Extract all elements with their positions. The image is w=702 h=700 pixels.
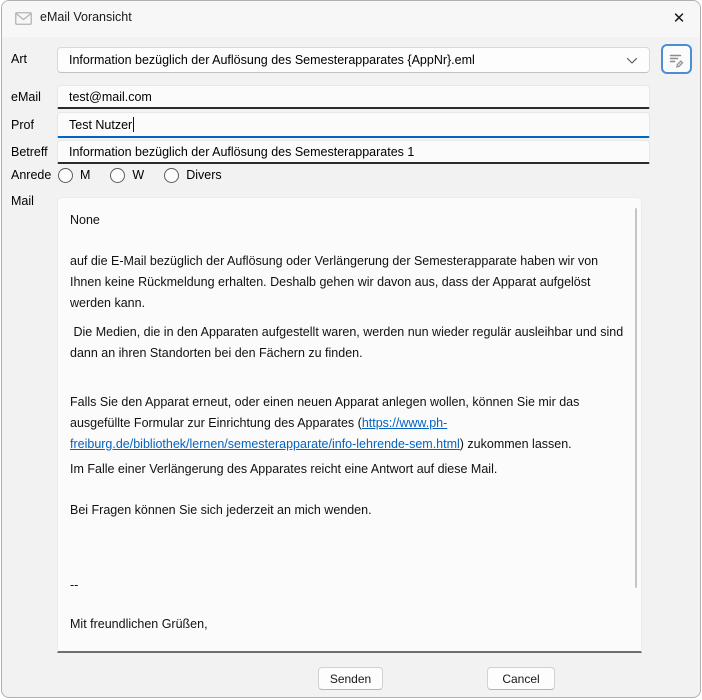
text-caret <box>133 117 134 132</box>
close-icon[interactable]: ✕ <box>662 3 696 33</box>
mail-paragraph: Die Medien, die in den Apparaten aufgest… <box>70 322 625 364</box>
chevron-down-icon <box>626 57 638 65</box>
anrede-radio-label: Divers <box>186 168 221 182</box>
mail-paragraph: Bei Fragen können Sie sich jederzeit an … <box>70 500 625 521</box>
email-input[interactable]: test@mail.com <box>57 85 650 109</box>
prof-label: Prof <box>11 118 34 132</box>
mail-body-link[interactable]: https://www.ph-freiburg.de/bibliothek/le… <box>70 416 460 451</box>
anrede-radio-label: M <box>80 168 90 182</box>
mail-scrollbar[interactable] <box>635 208 637 588</box>
anrede-radio-label: W <box>132 168 144 182</box>
mail-label: Mail <box>11 194 34 208</box>
mail-paragraph: None <box>70 210 625 231</box>
titlebar: eMail Voransicht ✕ <box>2 1 700 37</box>
prof-input-value: Test Nutzer <box>69 118 132 132</box>
mail-paragraph: -- <box>70 575 625 596</box>
mail-paragraph: auf die E-Mail bezüglich der Auflösung o… <box>70 251 625 314</box>
anrede-radio-divers[interactable] <box>164 168 179 183</box>
mail-paragraph: Im Falle einer Verlängerung des Apparate… <box>70 459 625 480</box>
betreff-label: Betreff <box>11 145 48 159</box>
mail-body[interactable]: None auf die E-Mail bezüglich der Auflösu… <box>57 197 642 653</box>
email-preview-dialog: eMail Voransicht ✕ Art Information bezüg… <box>1 0 701 698</box>
mail-paragraph: Falls Sie den Apparat erneut, oder einen… <box>70 392 625 455</box>
art-dropdown-value: Information bezüglich der Auflösung des … <box>69 53 475 67</box>
anrede-label: Anrede <box>11 168 51 182</box>
envelope-icon <box>15 12 32 25</box>
anrede-radio-m[interactable] <box>58 168 73 183</box>
mail-paragraph: Alexander Kirchner <box>70 649 625 653</box>
art-label: Art <box>11 52 27 66</box>
prof-input[interactable]: Test Nutzer <box>57 112 650 138</box>
edit-template-button[interactable] <box>661 44 692 74</box>
send-button[interactable]: Senden <box>318 667 383 690</box>
mail-paragraph: Mit freundlichen Grüßen, <box>70 614 625 635</box>
edit-list-icon <box>668 51 685 68</box>
cancel-button[interactable]: Cancel <box>487 667 555 690</box>
window-title: eMail Voransicht <box>40 10 132 24</box>
anrede-options: M W Divers <box>58 164 242 186</box>
betreff-input[interactable]: Information bezüglich der Auflösung des … <box>57 140 650 164</box>
anrede-radio-w[interactable] <box>110 168 125 183</box>
email-input-value: test@mail.com <box>69 90 152 104</box>
email-label: eMail <box>11 90 41 104</box>
mail-body-content: None auf die E-Mail bezüglich der Auflösu… <box>70 210 625 653</box>
art-dropdown[interactable]: Information bezüglich der Auflösung des … <box>57 47 650 73</box>
betreff-input-value: Information bezüglich der Auflösung des … <box>69 145 414 159</box>
